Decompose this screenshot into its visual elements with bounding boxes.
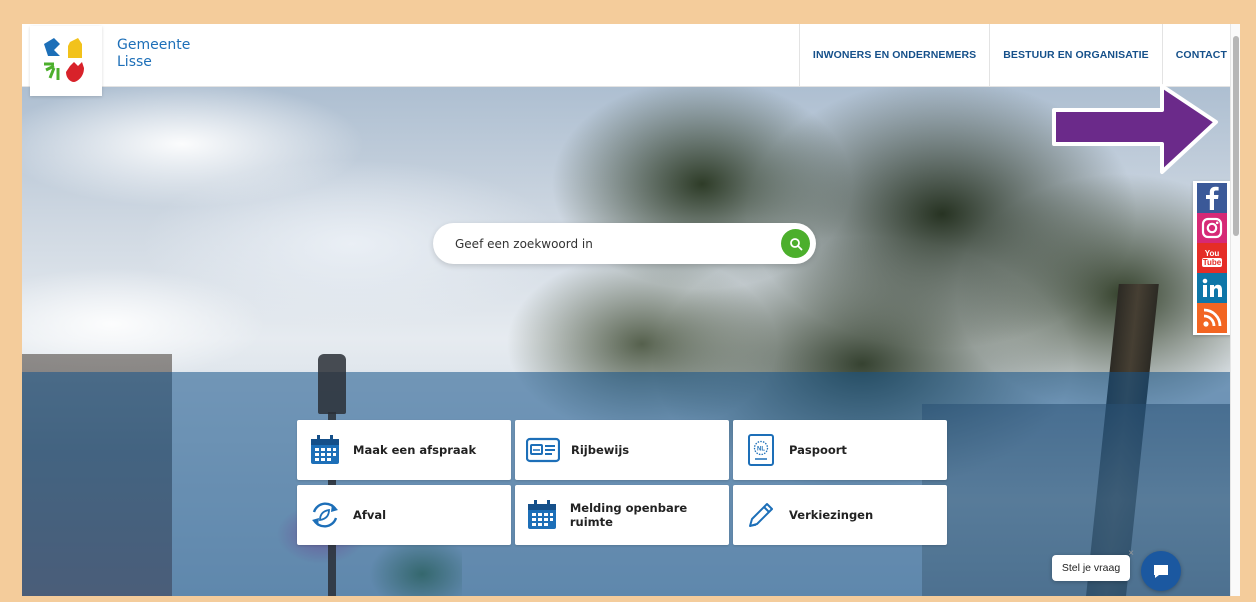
linkedin-icon[interactable] [1197,273,1227,303]
chat-prompt-text: Stel je vraag [1061,562,1121,574]
tile-melding-openbare-ruimte[interactable]: Melding openbare ruimte [515,485,729,545]
search-input[interactable] [453,233,757,255]
tile-label: Afval [353,508,387,522]
tile-label: Paspoort [789,443,847,457]
site-header: Gemeente Lisse INWONERS EN ONDERNEMERS B… [22,24,1240,96]
municipality-name[interactable]: Gemeente Lisse [117,37,190,71]
tile-label: Maak een afspraak [353,443,477,457]
calendar-icon [307,432,343,468]
page-scrollbar[interactable] [1230,24,1240,596]
rss-icon[interactable] [1197,303,1227,333]
drivers-license-icon [525,432,561,468]
search-button[interactable] [781,229,810,258]
hero-street-lamp [318,354,346,414]
nav-contact[interactable]: CONTACT [1161,24,1240,86]
nav-inwoners-en-ondernemers[interactable]: INWONERS EN ONDERNEMERS [798,24,989,86]
tile-rijbewijs[interactable]: Rijbewijs [515,420,729,480]
tile-label: Melding openbare ruimte [569,501,688,529]
brand-line-2: Lisse [117,54,152,70]
arrow-annotation-icon [1052,84,1218,174]
tile-label: Verkiezingen [789,508,874,522]
municipality-logo[interactable] [30,26,102,96]
passport-icon: NL [743,432,779,468]
search-icon [789,237,802,250]
browser-viewport: Gemeente Lisse INWONERS EN ONDERNEMERS B… [22,24,1240,596]
nav-bestuur-en-organisatie[interactable]: BESTUUR EN ORGANISATIE [989,24,1162,86]
facebook-icon[interactable] [1197,183,1227,213]
chat-close-icon[interactable]: × [1128,548,1134,559]
tile-maak-een-afspraak[interactable]: Maak een afspraak [297,420,511,480]
search-box [433,223,816,264]
chat-prompt-bubble[interactable]: Stel je vraag × [1052,548,1134,581]
scrollbar-thumb[interactable] [1233,36,1239,236]
tile-label: Rijbewijs [571,443,630,457]
tile-afval[interactable]: Afval [297,485,511,545]
quick-links-grid: Maak een afspraak Rijbewijs NL Paspoort … [297,420,947,545]
instagram-icon[interactable] [1197,213,1227,243]
chat-button[interactable] [1141,551,1181,591]
social-media-bar: You Tube [1193,181,1231,335]
main-navigation: INWONERS EN ONDERNEMERS BESTUUR EN ORGAN… [798,24,1240,86]
youtube-icon[interactable]: You Tube [1197,243,1227,273]
brand-line-1: Gemeente [117,37,191,53]
logo-icon [44,38,84,82]
calendar-icon [525,497,560,533]
recycle-icon [307,497,343,533]
passport-badge: NL [757,447,765,453]
youtube-text-top: You [1204,249,1220,258]
tile-paspoort[interactable]: NL Paspoort [733,420,947,480]
chat-icon [1154,565,1168,578]
youtube-text-bottom: Tube [1201,258,1223,267]
tile-verkiezingen[interactable]: Verkiezingen [733,485,947,545]
pencil-icon [743,497,779,533]
